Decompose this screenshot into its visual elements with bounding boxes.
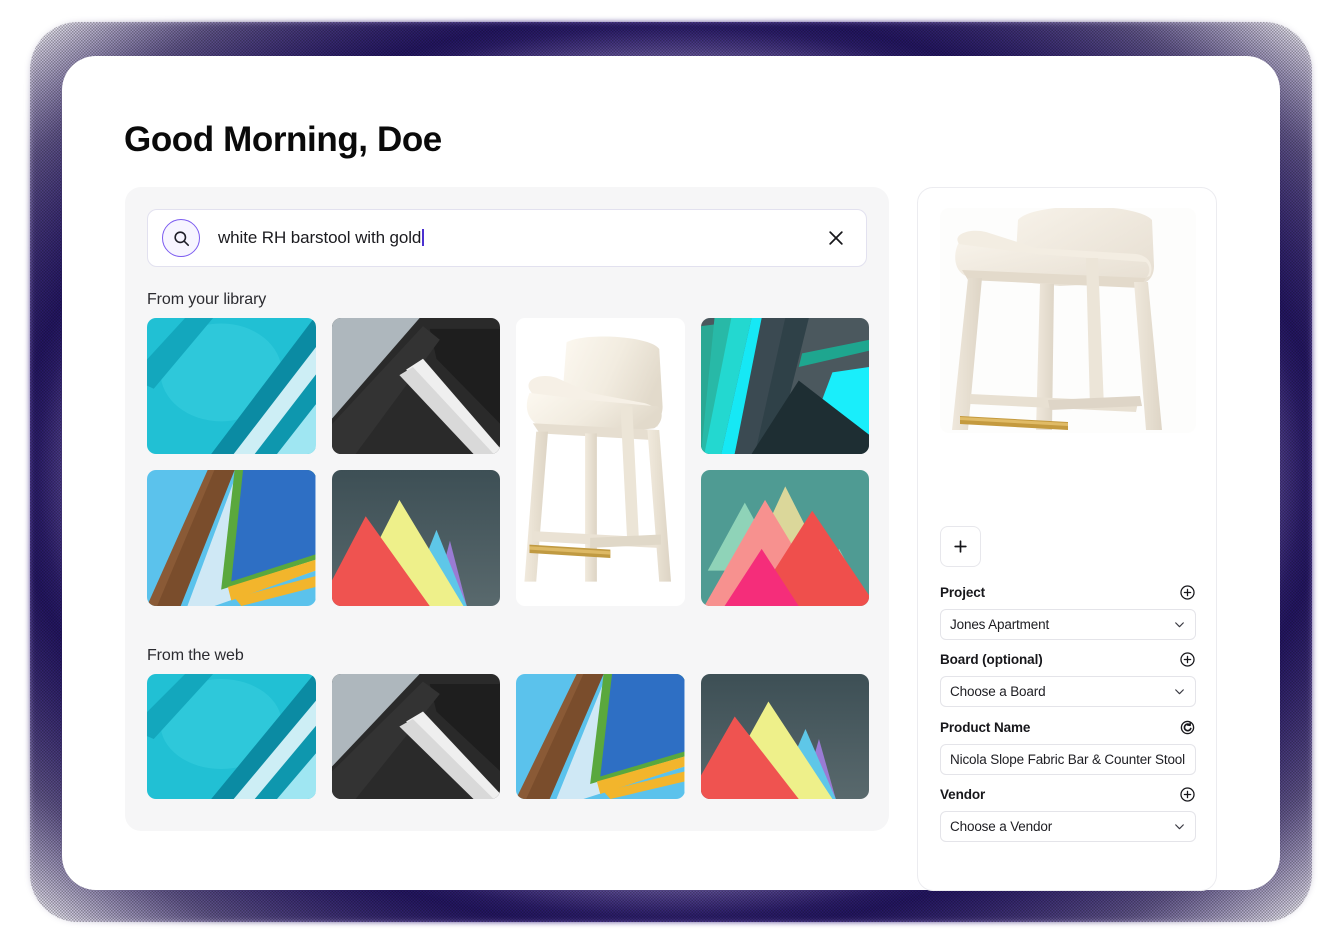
product-name-value: Nicola Slope Fabric Bar & Counter Stool … [950,752,1186,767]
library-thumbnail-grid [147,318,869,606]
field-project: Project Jones Apartment [940,582,1196,640]
chevron-down-icon [1173,820,1186,833]
search-input-value: white RH barstool with gold [218,228,422,247]
thumbnail-abstract-gray-black-diagonal[interactable] [331,674,500,799]
product-name-input[interactable]: Nicola Slope Fabric Bar & Counter Stool … [940,744,1196,775]
chevron-down-icon [1173,685,1186,698]
search-bar[interactable]: white RH barstool with gold [147,209,867,267]
plus-circle-icon[interactable] [1179,584,1196,601]
field-product-name-header: Product Name [940,717,1196,737]
field-board: Board (optional) Choose a Board [940,649,1196,707]
board-select[interactable]: Choose a Board [940,676,1196,707]
field-vendor-header: Vendor [940,784,1196,804]
thumbnail-abstract-mountains-dark[interactable] [700,674,869,799]
thumbnail-barstool-product-photo[interactable] [516,318,685,606]
screen: Good Morning, Doe white RH barstool with… [0,0,1342,950]
thumbnail-abstract-mountains-pink[interactable] [700,470,869,606]
chevron-down-icon [1173,618,1186,631]
project-select-value: Jones Apartment [950,617,1050,632]
web-section-label: From the web [147,647,244,664]
product-detail-panel: Project Jones Apartment Board (optional)… [917,187,1217,891]
thumbnail-abstract-blue-brown-stripes[interactable] [147,470,316,606]
web-thumbnail-grid [147,674,869,799]
plus-circle-icon[interactable] [1179,786,1196,803]
plus-circle-icon[interactable] [1179,651,1196,668]
field-product-name-label: Product Name [940,719,1031,735]
thumbnail-abstract-blue-brown-stripes[interactable] [516,674,685,799]
board-select-value: Choose a Board [950,684,1046,699]
search-panel: white RH barstool with gold From your li… [125,187,889,831]
product-hero-image[interactable] [940,208,1196,433]
field-vendor-label: Vendor [940,786,986,802]
vendor-select-value: Choose a Vendor [950,819,1053,834]
field-project-header: Project [940,582,1196,602]
text-caret [422,229,424,246]
add-image-button[interactable] [940,526,981,567]
page-title: Good Morning, Doe [124,120,442,159]
project-select[interactable]: Jones Apartment [940,609,1196,640]
thumbnail-abstract-teal-geometric[interactable] [700,318,869,454]
library-section-label: From your library [147,291,267,308]
thumbnail-abstract-cyan-diagonal[interactable] [147,318,316,454]
field-product-name: Product Name Nicola Slope Fabric Bar & C… [940,717,1196,775]
field-vendor: Vendor Choose a Vendor [940,784,1196,842]
app-card: Good Morning, Doe white RH barstool with… [66,60,1276,891]
field-board-label: Board (optional) [940,651,1043,667]
search-icon[interactable] [162,219,200,257]
search-input[interactable]: white RH barstool with gold [218,228,822,248]
thumbnail-abstract-mountains-dark[interactable] [331,470,500,606]
close-icon[interactable] [822,224,850,252]
field-board-header: Board (optional) [940,649,1196,669]
thumbnail-abstract-gray-black-diagonal[interactable] [331,318,500,454]
vendor-select[interactable]: Choose a Vendor [940,811,1196,842]
search-refresh-icon[interactable] [1179,719,1196,736]
thumbnail-abstract-cyan-diagonal[interactable] [147,674,316,799]
field-project-label: Project [940,584,986,600]
